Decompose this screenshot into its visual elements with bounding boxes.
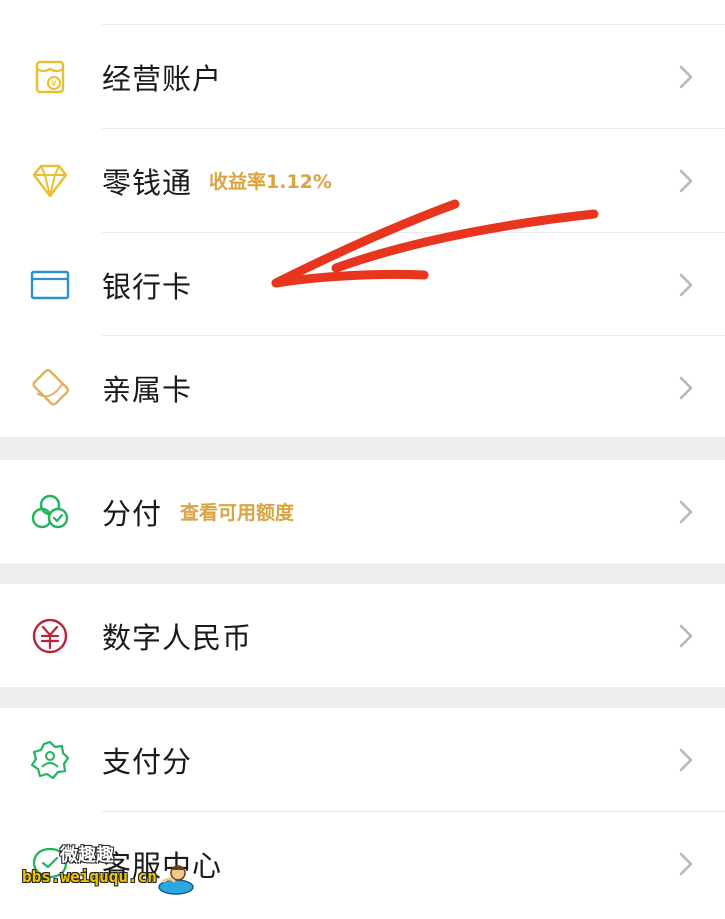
row-label: 经营账户 bbox=[102, 61, 223, 96]
services-group-1: ¥ 经营账户 零钱通 收益率1.12% 银行卡 亲属卡 bbox=[0, 0, 725, 437]
pay-score-icon bbox=[28, 738, 72, 782]
digital-rmb-icon bbox=[28, 614, 72, 658]
credit-limit-tag: 查看可用额度 bbox=[180, 502, 295, 524]
chevron-right-icon bbox=[679, 748, 693, 771]
chevron-right-icon bbox=[679, 65, 693, 88]
row-fenfu[interactable]: 分付 查看可用额度 bbox=[0, 460, 725, 563]
chevron-right-icon bbox=[679, 852, 693, 875]
wallet-screen: ¥ 经营账户 零钱通 收益率1.12% 银行卡 亲属卡 分付 查看可用额度 数字… bbox=[0, 0, 725, 919]
watermark-title: 微趣趣 bbox=[60, 845, 114, 866]
svg-text:¥: ¥ bbox=[51, 79, 57, 89]
row-lingqiantong[interactable]: 零钱通 收益率1.12% bbox=[0, 129, 725, 232]
bank-card-icon bbox=[28, 263, 72, 307]
watermark: 微趣趣 bbs.weiququ.cn bbox=[22, 841, 202, 901]
chevron-right-icon bbox=[679, 500, 693, 523]
row-pay-score[interactable]: 支付分 bbox=[0, 708, 725, 811]
row-digital-rmb[interactable]: 数字人民币 bbox=[0, 584, 725, 687]
chevron-right-icon bbox=[679, 624, 693, 647]
watermark-url: bbs.weiququ.cn bbox=[22, 867, 157, 886]
row-label: 银行卡 bbox=[102, 269, 193, 304]
row-business-account[interactable]: ¥ 经营账户 bbox=[0, 25, 725, 128]
chevron-right-icon bbox=[679, 169, 693, 192]
row-label: 支付分 bbox=[102, 744, 193, 779]
fenfu-icon bbox=[28, 490, 72, 534]
row-label: 亲属卡 bbox=[102, 372, 193, 407]
row-label: 分付 bbox=[102, 496, 163, 531]
shop-account-icon: ¥ bbox=[28, 55, 72, 99]
services-group-2: 分付 查看可用额度 bbox=[0, 460, 725, 563]
row-bank-card[interactable]: 银行卡 bbox=[0, 233, 725, 336]
row-family-card[interactable]: 亲属卡 bbox=[0, 336, 725, 439]
swimmer-logo-icon bbox=[158, 865, 194, 895]
family-card-icon bbox=[28, 366, 72, 410]
chevron-right-icon bbox=[679, 376, 693, 399]
yield-rate-tag: 收益率1.12% bbox=[209, 171, 332, 193]
chevron-right-icon bbox=[679, 273, 693, 296]
row-label: 数字人民币 bbox=[102, 620, 253, 655]
row-label: 零钱通 bbox=[102, 165, 193, 200]
diamond-icon bbox=[28, 159, 72, 203]
services-group-3: 数字人民币 bbox=[0, 584, 725, 687]
